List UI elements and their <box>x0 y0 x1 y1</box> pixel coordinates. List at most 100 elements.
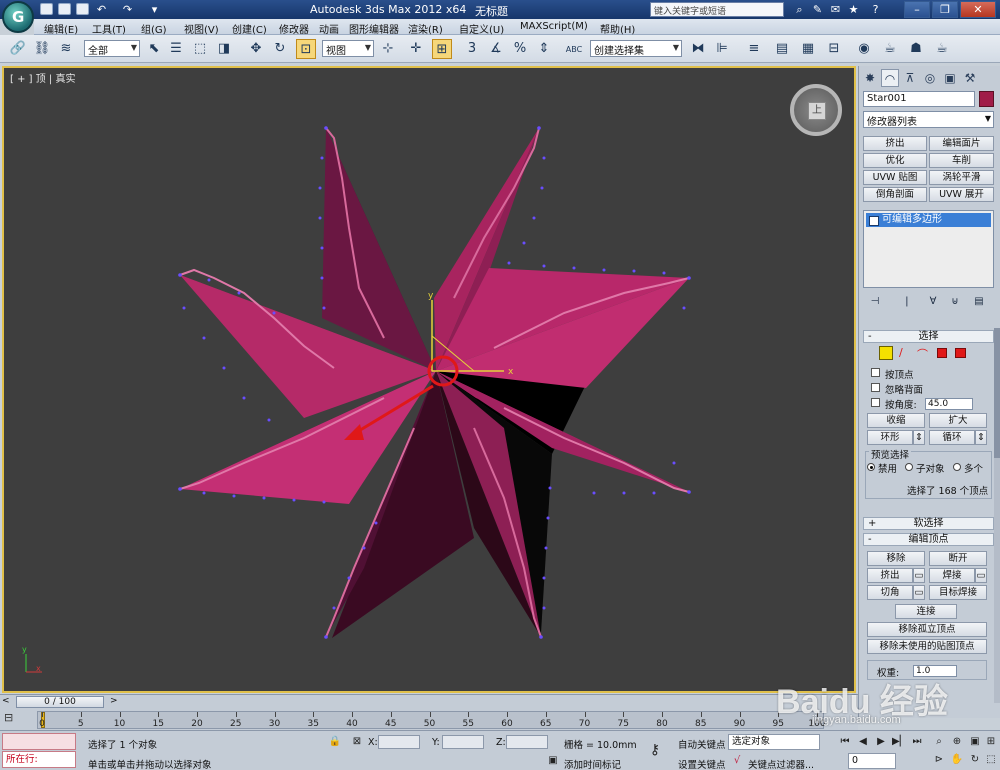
ignore-backface-checkbox[interactable] <box>871 383 880 392</box>
render-production-icon[interactable]: ☕ <box>932 39 952 59</box>
zoom-icon[interactable]: ⌕ <box>932 735 946 749</box>
configure-sets-icon[interactable]: ▤ <box>971 294 987 309</box>
key-filters-icon[interactable]: √ <box>730 754 744 768</box>
chamfer-settings-button[interactable]: ▭ <box>913 585 925 600</box>
binoculars-icon[interactable]: ⌕ <box>792 2 807 17</box>
viewcube-top-face[interactable]: 上 <box>808 102 826 120</box>
open-file-icon[interactable] <box>58 3 71 15</box>
render-setup-icon[interactable]: ☕ <box>880 39 900 59</box>
add-time-tag-icon[interactable]: ▣ <box>546 754 560 768</box>
select-manipulate-icon[interactable]: ✛ <box>406 39 426 59</box>
pin-stack-icon[interactable]: ⊣ <box>867 294 883 309</box>
rotate-icon[interactable]: ↻ <box>270 39 290 59</box>
preview-subobject-radio[interactable] <box>905 463 913 471</box>
rectangular-selection-icon[interactable]: ⬚ <box>190 39 210 59</box>
grow-button[interactable]: 扩大 <box>929 413 987 428</box>
preview-multi-radio[interactable] <box>953 463 961 471</box>
show-end-result-icon[interactable]: ❘ <box>899 294 915 309</box>
modifier-list-dropdown[interactable]: 修改器列表 <box>863 111 994 128</box>
favorites-icon[interactable]: ★ <box>846 2 861 17</box>
mod-optimize-button[interactable]: 优化 <box>863 153 927 168</box>
menu-group[interactable]: 组(G) <box>141 21 167 36</box>
redo-icon[interactable]: ↷ <box>120 2 135 17</box>
pan-icon[interactable]: ✋ <box>950 753 964 767</box>
quick-access-dropdown-icon[interactable]: ▾ <box>147 2 162 17</box>
object-name-field[interactable]: Star001 <box>863 91 975 107</box>
close-button[interactable]: ✕ <box>960 1 996 18</box>
loop-spinner[interactable]: ⇕ <box>975 430 987 445</box>
menu-graph-editors[interactable]: 图形编辑器 <box>349 21 399 36</box>
edge-subobject-icon[interactable]: ∕ <box>899 346 913 360</box>
app-logo-icon[interactable]: G <box>2 1 34 33</box>
mod-bevel-profile-button[interactable]: 倒角剖面 <box>863 187 927 202</box>
menu-tools[interactable]: 工具(T) <box>92 21 126 36</box>
chamfer-button[interactable]: 切角 <box>867 585 913 600</box>
graphite-ribbon-icon[interactable]: ▤ <box>772 39 792 59</box>
menu-customize[interactable]: 自定义(U) <box>459 21 504 36</box>
minimize-button[interactable]: – <box>904 1 930 18</box>
set-key-button[interactable]: 设置关键点 <box>678 757 726 770</box>
weld-button[interactable]: 焊接 <box>929 568 975 583</box>
zoom-extents-all-icon[interactable]: ⊞ <box>984 735 998 749</box>
select-object-icon[interactable]: ⬉ <box>144 39 164 59</box>
mod-edit-patch-button[interactable]: 编辑面片 <box>929 136 994 151</box>
target-weld-button[interactable]: 目标焊接 <box>929 585 987 600</box>
menu-help[interactable]: 帮助(H) <box>600 21 635 36</box>
maxscript-listener-white[interactable]: 所在行: <box>2 751 76 768</box>
mod-turbosmooth-button[interactable]: 涡轮平滑 <box>929 170 994 185</box>
previous-frame-icon[interactable]: ◀ <box>856 735 870 749</box>
utilities-tab-icon[interactable]: ⚒ <box>961 69 979 87</box>
polygon-subobject-icon[interactable] <box>937 348 947 358</box>
break-button[interactable]: 断开 <box>929 551 987 566</box>
menu-maxscript[interactable]: MAXScript(M) <box>520 21 588 32</box>
mini-curve-editor-icon[interactable]: ⊟ <box>4 711 24 726</box>
x-coordinate-field[interactable] <box>378 735 420 749</box>
menu-rendering[interactable]: 渲染(R) <box>408 21 443 36</box>
restore-button[interactable]: ❐ <box>932 1 958 18</box>
subscription-icon[interactable]: ✎ <box>810 2 825 17</box>
schematic-view-icon[interactable]: ⊟ <box>824 39 844 59</box>
set-key-icon[interactable]: ⚷ <box>648 743 662 757</box>
y-coordinate-field[interactable] <box>442 735 484 749</box>
play-icon[interactable]: ▶ <box>874 735 888 749</box>
time-next-icon[interactable]: > <box>110 696 120 707</box>
border-subobject-icon[interactable]: ⌒ <box>917 346 931 361</box>
select-by-name-icon[interactable]: ☰ <box>166 39 186 59</box>
menu-create[interactable]: 创建(C) <box>232 21 267 36</box>
by-vertex-checkbox[interactable] <box>871 368 880 377</box>
mod-lathe-button[interactable]: 车削 <box>929 153 994 168</box>
viewport-top[interactable]: [ + ] 顶 | 真实 y x y x 上 <box>2 66 856 693</box>
communication-center-icon[interactable]: ✉ <box>828 2 843 17</box>
scrollbar-thumb[interactable] <box>994 328 1000 458</box>
menu-views[interactable]: 视图(V) <box>184 21 219 36</box>
snap-toggle-icon[interactable]: 3 <box>462 39 482 59</box>
new-file-icon[interactable] <box>40 3 53 15</box>
rollout-soft-selection[interactable]: + 软选择 <box>863 517 994 530</box>
time-slider[interactable]: < 0 / 100 > <box>0 694 858 708</box>
menu-animation[interactable]: 动画 <box>319 21 339 36</box>
create-tab-icon[interactable]: ✸ <box>861 69 879 87</box>
weld-settings-button[interactable]: ▭ <box>975 568 987 583</box>
named-selection-set-dropdown[interactable]: 创建选择集 <box>590 40 682 57</box>
track-ruler[interactable]: 0 5 10 15 20 25 30 35 40 45 50 55 60 65 70 75 80 85 90 95 10… <box>37 711 826 729</box>
rendered-frame-icon[interactable]: ☗ <box>906 39 926 59</box>
spinner-snap-icon[interactable]: ⇕ <box>534 39 554 59</box>
orbit-icon[interactable]: ↻ <box>968 753 982 767</box>
add-time-tag-text[interactable]: 添加时间标记 <box>564 757 621 770</box>
time-slider-thumb[interactable]: 0 / 100 <box>16 696 104 708</box>
time-prev-icon[interactable]: < <box>2 696 12 707</box>
mirror-icon[interactable]: ⧓ <box>688 39 708 59</box>
scale-icon[interactable]: ⊡ <box>296 39 316 59</box>
field-of-view-icon[interactable]: ⊳ <box>932 753 946 767</box>
current-frame-field[interactable]: 0 <box>848 753 896 769</box>
motion-tab-icon[interactable]: ◎ <box>921 69 939 87</box>
make-unique-icon[interactable]: ∀ <box>925 294 941 309</box>
rollout-edit-vertices[interactable]: - 编辑顶点 <box>863 533 994 546</box>
pivot-center-icon[interactable]: ⊹ <box>378 39 398 59</box>
bind-space-warp-icon[interactable]: ≋ <box>56 39 76 59</box>
go-to-start-icon[interactable]: ⏮ <box>838 735 852 749</box>
mod-uvw-map-button[interactable]: UVW 贴图 <box>863 170 927 185</box>
remove-button[interactable]: 移除 <box>867 551 925 566</box>
angle-spinner[interactable]: 45.0 <box>925 398 973 410</box>
material-editor-icon[interactable]: ◉ <box>854 39 874 59</box>
